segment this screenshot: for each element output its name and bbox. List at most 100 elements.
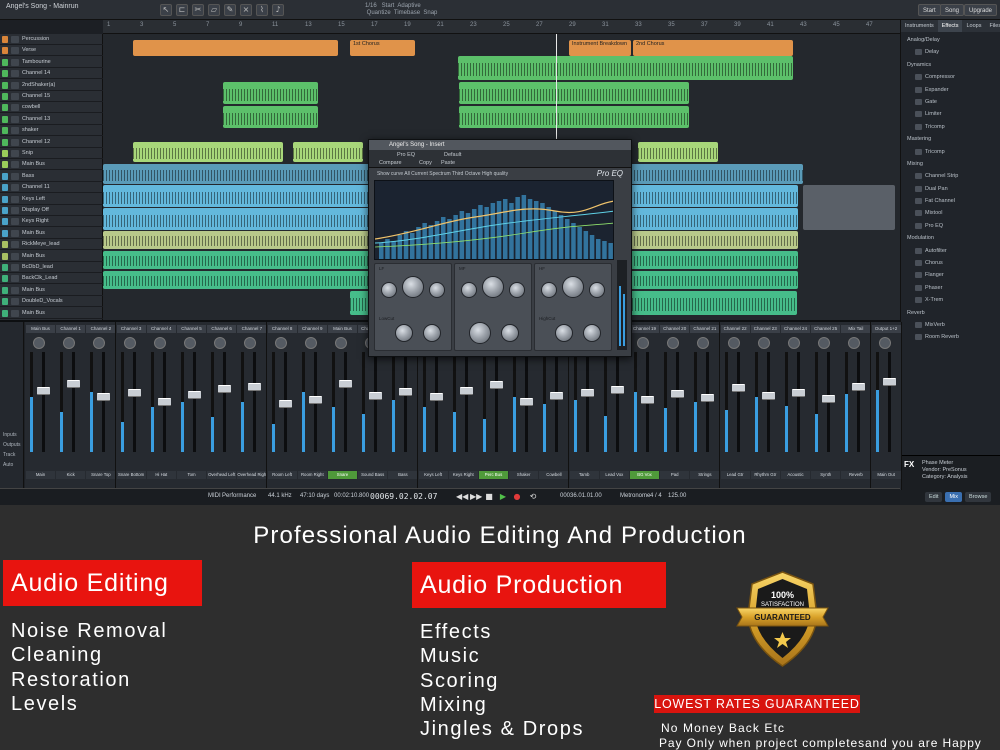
channel-name[interactable]: Channel 24 (781, 325, 810, 333)
volume-fader[interactable] (792, 389, 805, 397)
mute-button[interactable] (11, 150, 19, 157)
mute-button[interactable] (11, 70, 19, 78)
volume-fader[interactable] (218, 385, 232, 393)
pan-knob[interactable] (727, 337, 740, 349)
channel-name[interactable]: Channel 9 (297, 325, 327, 333)
browser-folder-item[interactable]: Mixing (901, 158, 1000, 170)
arranger-clip-intro[interactable]: Instrument Breakdown (569, 40, 631, 56)
q-knob[interactable] (381, 282, 397, 298)
eraser-tool-icon[interactable]: ▱ (208, 4, 220, 16)
browser-folder-item[interactable]: Analog/Delay (901, 34, 1000, 46)
timeline-ruler[interactable]: 1 3 5 7 9 11 13 15 17 19 21 23 25 27 29 31 33 35 37 39 41 43 4… (103, 20, 900, 34)
channel-name[interactable]: Channel 5 (177, 325, 206, 333)
upgrade-button[interactable]: Upgrade (964, 4, 998, 16)
pan-knob[interactable] (33, 337, 45, 349)
volume-fader[interactable] (731, 384, 745, 392)
gain-knob[interactable] (469, 322, 491, 344)
channel-name[interactable]: Channel 22 (720, 325, 750, 333)
bend-tool-icon[interactable]: ⌇ (256, 4, 268, 16)
listen-tool-icon[interactable]: ♪ (272, 4, 284, 16)
pan-knob[interactable] (244, 337, 257, 349)
volume-fader[interactable] (822, 395, 836, 403)
channel-label[interactable]: Main (26, 471, 55, 479)
volume-fader[interactable] (580, 389, 594, 397)
volume-fader[interactable] (701, 394, 715, 402)
compare-button[interactable]: Compare (379, 160, 402, 166)
track-header[interactable]: Channel 13 (0, 114, 103, 125)
track-header[interactable]: DoubleD_Vocals (0, 296, 103, 308)
pan-knob[interactable] (153, 337, 166, 349)
browser-folder-item[interactable]: Mastering (901, 133, 1000, 145)
channel-label[interactable]: Lead Gtr (720, 471, 750, 479)
inputs-label[interactable]: Inputs (3, 432, 17, 438)
mute-button[interactable] (11, 93, 19, 100)
channel-name[interactable]: Channel 20 (660, 325, 690, 333)
highcut-knob[interactable] (555, 324, 573, 342)
browser-plugin-item[interactable]: Tricomp (901, 121, 1000, 133)
song-button[interactable]: Song (940, 4, 965, 16)
mute-button[interactable] (11, 229, 19, 237)
copy-button[interactable]: Copy (419, 160, 432, 166)
volume-fader[interactable] (157, 398, 171, 406)
channel-label[interactable]: Hi Hat (146, 471, 176, 479)
track-label[interactable]: Track (3, 452, 15, 458)
track-header[interactable]: Tambourine (0, 57, 103, 68)
mute-button[interactable] (11, 58, 19, 66)
freq-knob[interactable] (402, 276, 424, 298)
tab-effects[interactable]: Effects (937, 20, 963, 32)
channel-name[interactable]: Channel 6 (207, 325, 237, 333)
tab-instruments[interactable]: Instruments (901, 20, 938, 32)
channel-label[interactable]: BG Vox (630, 471, 659, 479)
volume-fader[interactable] (520, 398, 534, 406)
arrow-tool-icon[interactable]: ↖ (160, 4, 172, 16)
browser-plugin-item[interactable]: Tricomp (901, 146, 1000, 158)
browser-plugin-item[interactable]: Dual Pan (901, 183, 1000, 195)
pan-knob[interactable] (274, 337, 287, 349)
pan-knob[interactable] (184, 337, 196, 349)
channel-name[interactable]: Output 1+2 (871, 325, 901, 333)
channel-label[interactable]: Lead Vox (599, 471, 629, 479)
channel-label[interactable]: Acoustic (781, 471, 810, 479)
pan-knob[interactable] (697, 337, 710, 349)
track-header[interactable]: shaker (0, 125, 103, 137)
channel-name[interactable]: Channel 1 (56, 325, 86, 333)
auto-label[interactable]: Auto (3, 462, 13, 468)
eq-options[interactable]: Show curve All Current Spectrum Third Oc… (377, 171, 508, 177)
audio-clip[interactable] (459, 82, 689, 104)
track-header[interactable]: Keys Right (0, 216, 103, 228)
browser-plugin-item[interactable]: Channel Strip (901, 170, 1000, 182)
volume-fader[interactable] (308, 396, 322, 404)
browse-view-button[interactable]: Browse (965, 492, 992, 502)
volume-fader[interactable] (37, 387, 50, 395)
channel-label[interactable]: Bass (388, 471, 418, 479)
mute-button[interactable] (11, 275, 19, 283)
track-header[interactable]: Channel 14 (0, 68, 103, 80)
audio-clip[interactable] (133, 142, 283, 162)
pan-knob[interactable] (667, 337, 680, 349)
audio-clip[interactable] (458, 56, 793, 80)
audio-clip[interactable] (638, 142, 718, 162)
channel-label[interactable]: Overhead Right (237, 471, 267, 479)
pan-knob[interactable] (335, 337, 347, 349)
browser-folder-item[interactable]: Modulation (901, 232, 1000, 244)
volume-fader[interactable] (127, 389, 141, 397)
volume-fader[interactable] (429, 393, 443, 401)
mute-button[interactable] (11, 207, 19, 214)
lowcut-knob[interactable] (395, 324, 413, 342)
channel-label[interactable]: Synth (811, 471, 841, 479)
tempo[interactable]: 125.00 (668, 493, 686, 499)
browser-plugin-item[interactable]: Gate (901, 96, 1000, 108)
pan-knob[interactable] (788, 337, 800, 349)
q-knob[interactable] (541, 282, 557, 298)
track-header[interactable]: Snip (0, 148, 103, 159)
mute-button[interactable] (11, 309, 19, 317)
volume-fader[interactable] (671, 390, 685, 398)
track-header[interactable]: Keys Left (0, 194, 103, 205)
mute-button[interactable] (11, 218, 19, 226)
mute-button[interactable] (11, 81, 19, 89)
browser-plugin-item[interactable]: Autofilter (901, 245, 1000, 257)
mute-button[interactable] (11, 184, 19, 192)
pan-knob[interactable] (63, 337, 76, 349)
volume-fader[interactable] (67, 380, 81, 388)
mute-button[interactable] (11, 195, 19, 203)
